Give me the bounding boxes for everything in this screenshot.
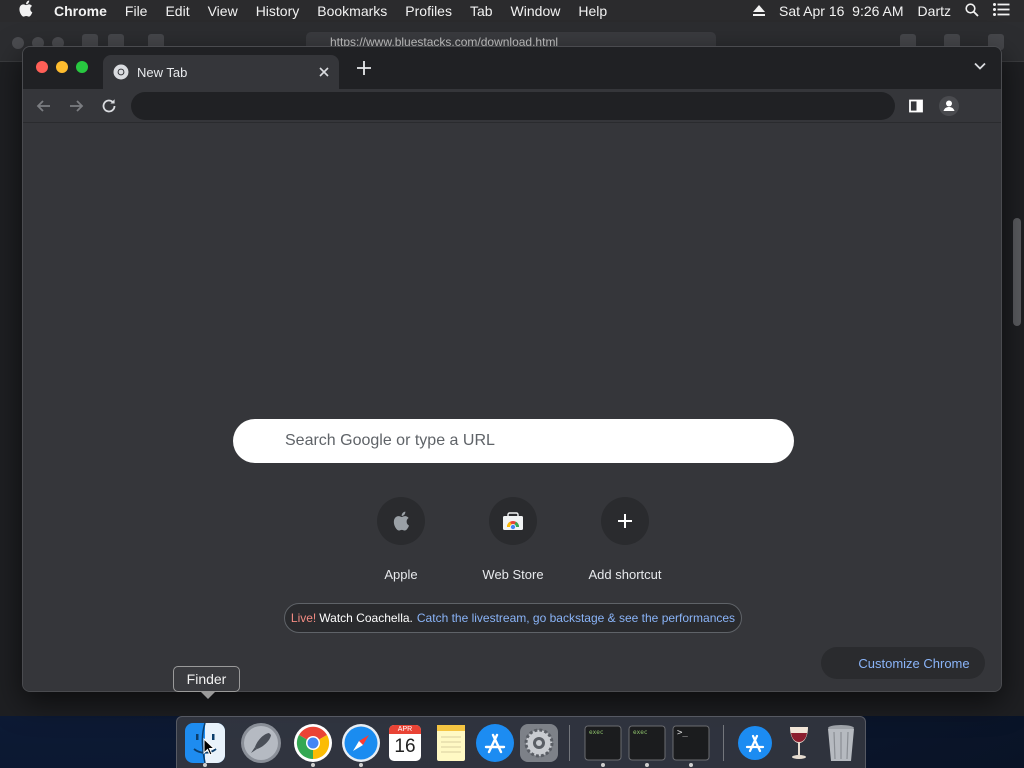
new-tab-page: Search Google or type a URL Apple Web St…	[23, 123, 1001, 691]
shortcut-web-store[interactable]: Web Store	[457, 497, 569, 587]
reload-icon[interactable]	[100, 97, 118, 115]
dock-running-indicator	[689, 763, 693, 767]
chrome-window: New Tab Search Google or type a URL Appl…	[22, 46, 1002, 692]
menu-help[interactable]: Help	[578, 3, 607, 19]
dock: APR 16 exec exec >_	[176, 716, 866, 768]
menu-bar: Chrome File Edit View History Bookmarks …	[0, 0, 1024, 22]
gear-icon	[520, 724, 558, 762]
address-bar[interactable]	[131, 92, 895, 120]
dock-running-indicator	[645, 763, 649, 767]
menu-app-name[interactable]: Chrome	[54, 3, 107, 19]
background-scrollbar[interactable]	[1013, 218, 1021, 326]
search-placeholder: Search Google or type a URL	[285, 432, 495, 449]
apple-icon[interactable]	[18, 0, 38, 22]
wine-glass-icon	[790, 727, 808, 759]
calendar-month: APR	[397, 726, 413, 733]
dock-trash[interactable]	[819, 721, 863, 765]
dock-calendar[interactable]: APR 16	[383, 721, 427, 765]
dock-wine[interactable]	[777, 721, 821, 765]
new-tab-button[interactable]	[353, 57, 375, 79]
dock-terminal[interactable]: >_	[669, 721, 713, 765]
forward-arrow-icon[interactable]	[67, 97, 85, 115]
menu-history[interactable]: History	[256, 3, 300, 19]
dock-app-store-downloads[interactable]	[733, 721, 777, 765]
chrome-icon	[294, 724, 332, 762]
shortcut-add-label: Add shortcut	[588, 567, 662, 582]
safari-compass-icon	[342, 724, 380, 762]
app-store-icon	[738, 726, 772, 760]
dock-launchpad[interactable]	[239, 721, 283, 765]
apple-logo-icon	[393, 511, 409, 531]
terminal-exec-icon	[628, 725, 666, 761]
dock-app-store[interactable]	[473, 721, 517, 765]
spotlight-search-icon[interactable]	[965, 2, 979, 20]
profile-icon[interactable]	[939, 96, 959, 116]
exec-label: exec	[589, 729, 604, 736]
shortcut-web-store-label: Web Store	[482, 567, 544, 582]
shortcut-apple-label: Apple	[384, 567, 418, 582]
terminal-prompt: >_	[677, 728, 688, 738]
shortcut-apple-tile[interactable]	[377, 497, 425, 545]
menu-window[interactable]: Window	[511, 3, 561, 19]
promo-headline: Watch Coachella.	[319, 611, 413, 625]
browser-toolbar	[23, 89, 1001, 123]
menu-bookmarks[interactable]: Bookmarks	[317, 3, 387, 19]
eject-icon[interactable]	[753, 4, 766, 19]
shortcut-web-store-tile[interactable]	[489, 497, 537, 545]
menu-file[interactable]: File	[125, 3, 148, 19]
window-minimize-button[interactable]	[56, 61, 68, 73]
terminal-icon	[672, 725, 710, 761]
menu-view[interactable]: View	[208, 3, 238, 19]
dock-system-preferences[interactable]	[517, 721, 561, 765]
menubar-user[interactable]: Dartz	[918, 3, 951, 19]
tab-title: New Tab	[137, 64, 188, 80]
trash-icon	[828, 725, 854, 761]
chrome-web-store-icon	[503, 512, 523, 531]
side-panel-icon[interactable]	[907, 97, 925, 115]
notes-icon	[437, 725, 465, 761]
dock-chrome[interactable]	[291, 721, 335, 765]
mouse-cursor-icon	[203, 737, 216, 756]
dock-separator	[723, 725, 724, 761]
control-center-icon[interactable]	[993, 3, 1010, 19]
dock-separator	[569, 725, 570, 761]
promo-link[interactable]: Catch the livestream, go backstage & see…	[417, 611, 735, 625]
shortcut-apple[interactable]: Apple	[345, 497, 457, 587]
menubar-datetime[interactable]: Sat Apr 16 9:26 AM	[779, 3, 904, 19]
dock-tooltip: Finder	[173, 666, 240, 699]
tab-new-tab[interactable]: New Tab	[103, 55, 339, 89]
menu-profiles[interactable]: Profiles	[405, 3, 452, 19]
plus-icon	[618, 514, 632, 528]
dock-running-indicator	[359, 763, 363, 767]
menu-edit[interactable]: Edit	[165, 3, 189, 19]
dock-exec-terminal-2[interactable]: exec	[625, 721, 669, 765]
dock-running-indicator	[601, 763, 605, 767]
dock-running-indicator	[311, 763, 315, 767]
add-shortcut-tile[interactable]	[601, 497, 649, 545]
customize-chrome-button[interactable]: Customize Chrome	[821, 647, 985, 679]
tab-search-chevron-icon[interactable]	[973, 59, 991, 77]
dock-running-indicator	[203, 763, 207, 767]
app-store-icon	[476, 724, 514, 762]
promo-live-label: Live!	[290, 611, 317, 625]
exec-label: exec	[633, 729, 648, 736]
window-zoom-button[interactable]	[76, 61, 88, 73]
dock-safari[interactable]	[339, 721, 383, 765]
window-close-button[interactable]	[36, 61, 48, 73]
shortcut-add[interactable]: Add shortcut	[569, 497, 681, 587]
dock-notes[interactable]	[429, 721, 473, 765]
calendar-day: 16	[394, 736, 416, 757]
tab-strip: New Tab	[23, 47, 1001, 89]
close-tab-icon[interactable]	[319, 64, 329, 80]
chrome-icon	[113, 64, 129, 80]
terminal-exec-icon	[584, 725, 622, 761]
menu-tab[interactable]: Tab	[470, 3, 493, 19]
dock-exec-terminal-1[interactable]: exec	[581, 721, 625, 765]
back-arrow-icon[interactable]	[35, 97, 53, 115]
customize-chrome-label: Customize Chrome	[858, 655, 970, 671]
ntp-promo-banner[interactable]: Live! Watch Coachella. Catch the livestr…	[284, 603, 742, 633]
ntp-search-box[interactable]: Search Google or type a URL	[233, 419, 794, 463]
launchpad-rocket-icon	[241, 723, 281, 763]
